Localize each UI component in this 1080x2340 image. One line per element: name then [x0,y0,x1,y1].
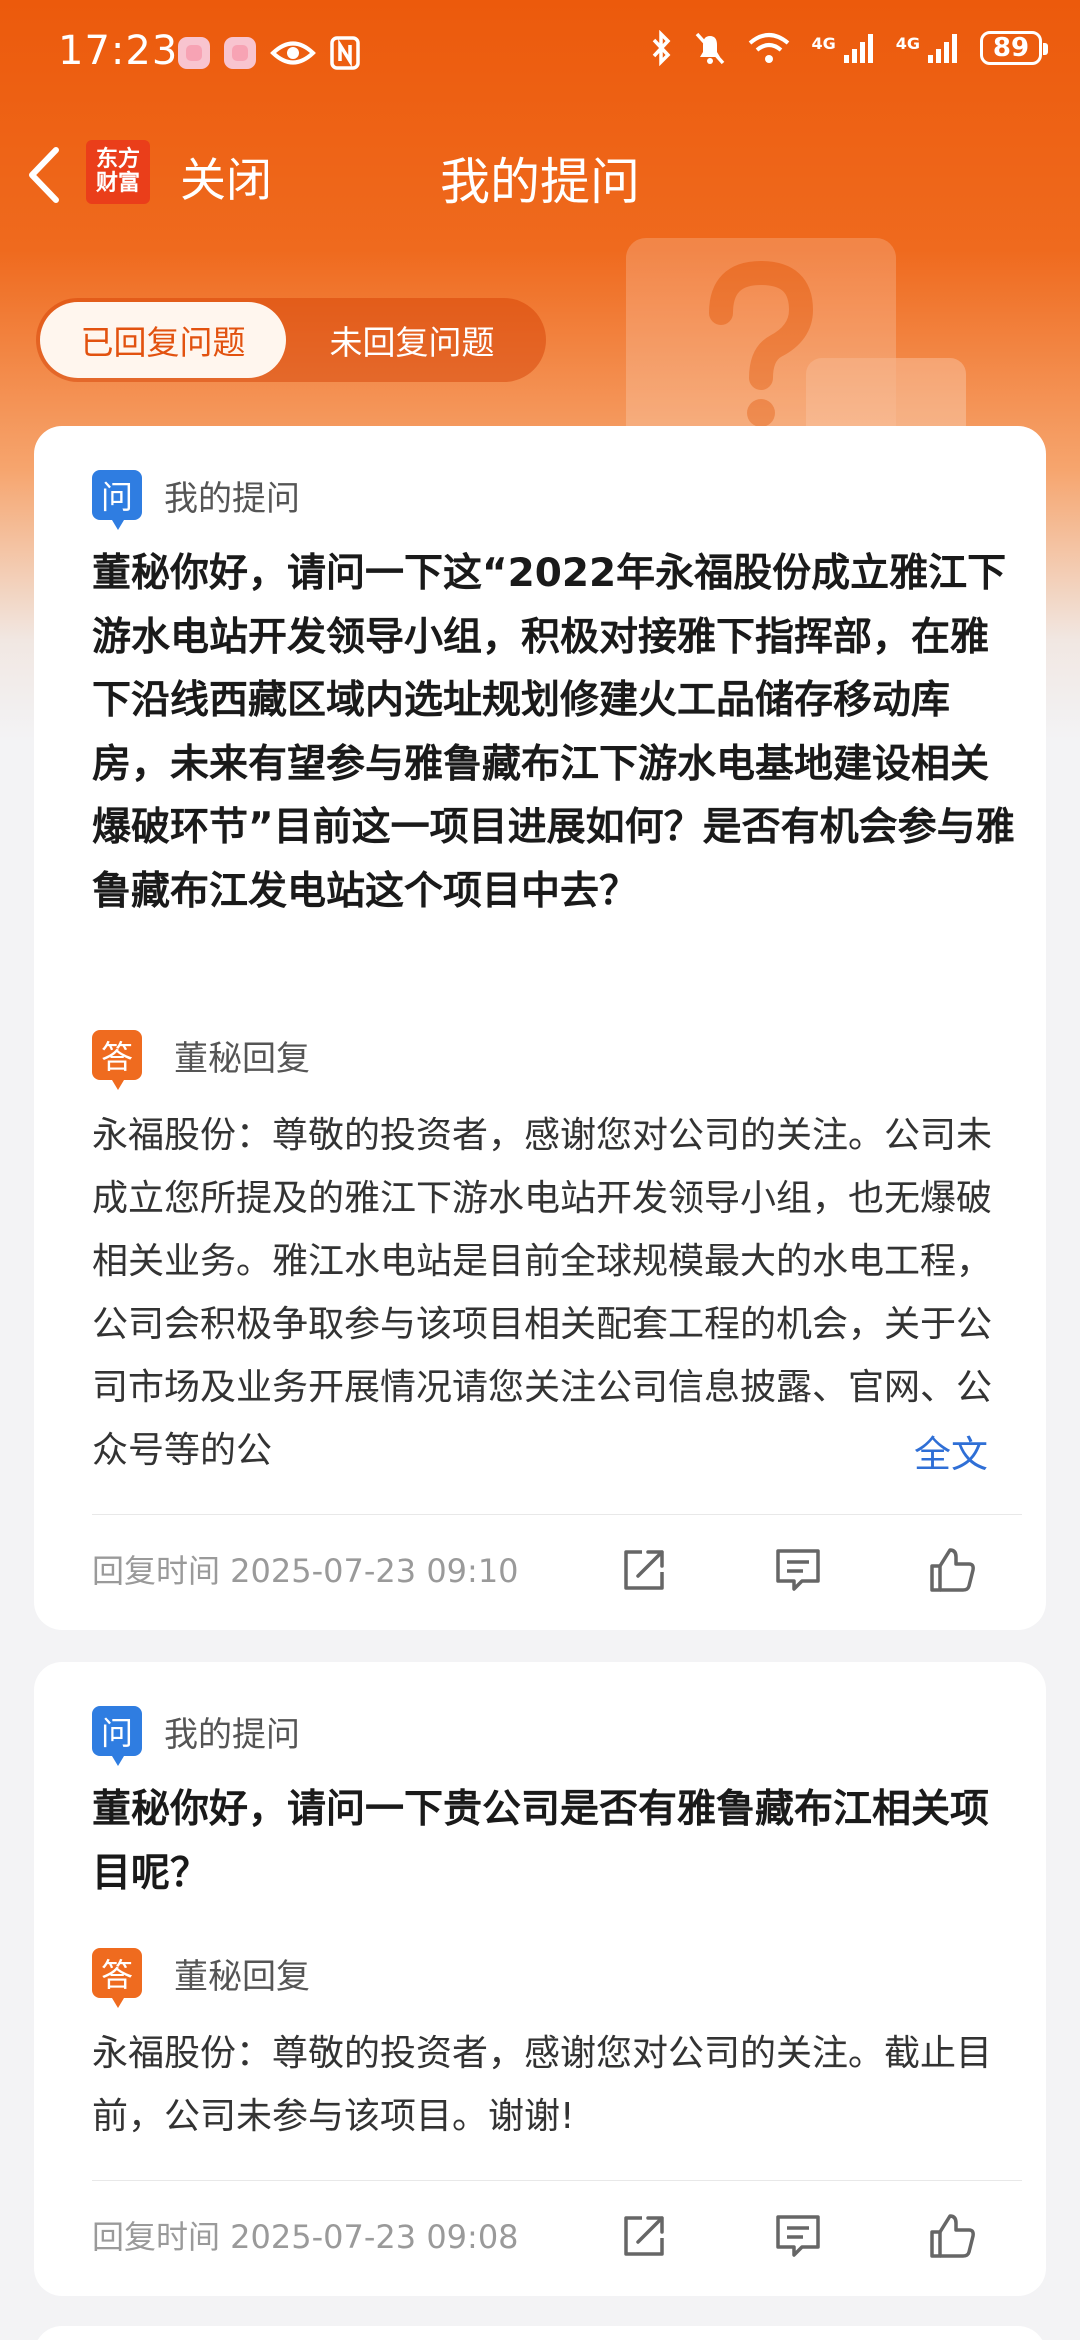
answer-label: 董秘回复 [174,1956,310,1997]
card-divider [92,2180,1022,2181]
share-button[interactable] [618,2210,670,2262]
status-system-icons: 4G 4G 89 [651,30,1048,66]
question-label: 我的提问 [164,478,300,519]
nfc-icon [330,36,360,70]
bluetooth-icon [653,30,671,66]
battery-icon: 89 [980,31,1048,65]
status-time: 17:23 [58,28,179,74]
share-icon [624,1550,664,1590]
thumbs-up-icon [930,2214,975,2258]
app-notification-icon [178,37,210,69]
question-card[interactable]: 问 我的提问 董秘你好，请问一下这“2022年永福股份成立雅江下游水电站开发领导… [34,426,1046,1630]
status-bar: 17:23 4G 4G 89 [0,0,1080,110]
signal-icon [843,34,873,63]
answer-text: 永福股份：尊敬的投资者，感谢您对公司的关注。截止目前，公司未参与该项目。谢谢! [92,2033,993,2137]
tab-bar: 已回复问题 未回复问题 [36,298,546,382]
network-type-label-1: 4G [811,34,836,53]
like-button[interactable] [926,1544,978,1596]
share-button[interactable] [618,1544,670,1596]
comment-button[interactable] [772,1544,824,1596]
like-button[interactable] [926,2210,978,2262]
share-icon [624,2216,664,2256]
answer-header: 答 董秘回复 [92,1030,310,1090]
eye-icon [270,41,316,65]
page-title: 我的提问 [440,153,640,211]
question-header: 问 我的提问 [92,1706,300,1766]
full-text-link-wrapper: 全文 [848,1419,988,1482]
tab-answered[interactable]: 已回复问题 [40,302,286,378]
tab-unanswered[interactable]: 未回复问题 [286,302,538,378]
question-text: 董秘你好，请问一下这“2022年永福股份成立雅江下游水电站开发领导小组，积极对接… [92,551,1015,914]
reply-time: 回复时间 2025-07-23 09:10 [92,1552,519,1590]
full-text-link[interactable]: 全文 [908,1423,988,1478]
question-text: 董秘你好，请问一下贵公司是否有雅鲁藏布江相关项目呢？ [92,1787,990,1896]
comment-button[interactable] [772,2210,824,2262]
question-badge-icon: 问 [92,470,142,530]
answer-badge-icon: 答 [92,1030,142,1090]
question-header: 问 我的提问 [92,470,300,530]
screen: 17:23 4G 4G 89 东方 财富 关闭 我的提问 已回复问题 未回复问题… [0,0,1080,2340]
reply-time: 回复时间 2025-07-23 09:08 [92,2218,519,2256]
battery-level: 89 [992,33,1030,63]
question-badge-icon: 问 [92,1706,142,1766]
question-card-partial[interactable] [34,2326,1046,2340]
thumbs-up-icon [930,1548,975,1592]
comment-icon [776,2215,820,2257]
comment-icon [776,1549,820,1591]
question-label: 我的提问 [164,1714,300,1755]
nav-bar: 东方 财富 关闭 我的提问 [0,120,1080,230]
answer-badge-icon: 答 [92,1948,142,2008]
answer-header: 答 董秘回复 [92,1948,310,2008]
card-divider [92,1514,1022,1515]
answer-label: 董秘回复 [174,1038,310,1079]
status-notification-icons [178,36,360,70]
text-fade [848,1419,908,1482]
signal-icon-2 [928,34,957,63]
wifi-icon [749,33,790,63]
app-notification-icon-2 [224,37,256,69]
network-type-label-2: 4G [895,34,920,53]
question-card[interactable]: 问 我的提问 董秘你好，请问一下贵公司是否有雅鲁藏布江相关项目呢？ 答 董秘回复… [34,1662,1046,2296]
mute-bell-icon [696,32,725,65]
